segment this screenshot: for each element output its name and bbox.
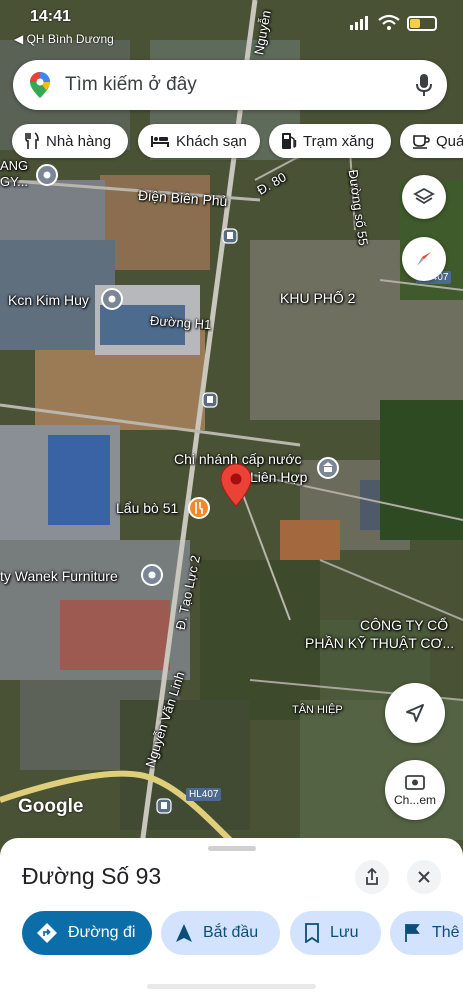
maps-logo-icon	[30, 72, 50, 98]
wifi-icon	[378, 14, 400, 30]
chip-restaurants[interactable]: Nhà hàng	[12, 124, 128, 158]
bus-stop-icon[interactable]	[156, 798, 172, 814]
chip-label: Nhà hàng	[46, 132, 112, 150]
flag-icon	[405, 924, 420, 942]
map-label-gy: GY...	[0, 174, 28, 189]
coffee-icon	[413, 135, 430, 149]
action-label: Bắt đầu	[203, 924, 259, 941]
restaurant-marker-icon[interactable]	[188, 497, 210, 519]
government-building-icon[interactable]	[317, 457, 339, 479]
bus-stop-icon[interactable]	[222, 228, 238, 244]
chip-label: Trạm xăng	[303, 132, 375, 150]
area-label-tan-hiep: TÂN HIỆP	[292, 704, 343, 716]
selected-location-pin-icon[interactable]	[220, 463, 252, 507]
place-marker-icon[interactable]	[141, 564, 163, 586]
status-bar: 14:41 ◀ QH Bình Dương	[0, 0, 463, 52]
map-label-ang: ANG	[0, 158, 29, 173]
directions-icon	[37, 923, 57, 943]
share-icon	[366, 868, 378, 885]
navigation-icon	[176, 924, 192, 942]
save-button[interactable]: Lưu	[290, 911, 381, 955]
area-label-khu-pho-2: KHU PHỐ 2	[280, 290, 356, 306]
directions-button[interactable]: Đường đi	[22, 911, 152, 955]
compass-button[interactable]	[402, 237, 446, 281]
category-chips: Nhà hàng Khách sạn Trạm xăng Quá	[12, 124, 463, 160]
place-label-wanek[interactable]: ty Wanek Furniture	[0, 568, 118, 584]
my-location-button[interactable]	[385, 683, 445, 743]
street-view-icon	[405, 774, 425, 790]
chip-label: Quá	[436, 132, 463, 150]
place-marker-icon[interactable]	[36, 164, 58, 186]
chip-hotels[interactable]: Khách sạn	[138, 124, 260, 158]
sheet-drag-handle[interactable]	[208, 846, 256, 851]
status-time: 14:41	[30, 8, 71, 25]
street-view-label: Ch...em	[393, 792, 436, 807]
place-marker-icon[interactable]	[101, 288, 123, 310]
microphone-icon[interactable]	[415, 73, 433, 97]
hotel-icon	[151, 136, 169, 147]
signal-icon	[350, 16, 368, 30]
route-shield-hl407-bottom: HL407	[186, 788, 222, 801]
chip-label: Khách sạn	[176, 132, 247, 150]
chip-cafes[interactable]: Quá	[400, 124, 463, 158]
back-to-app-link[interactable]: ◀ QH Bình Dương	[14, 32, 114, 46]
navigation-arrow-icon	[406, 704, 424, 722]
restaurant-icon	[25, 132, 39, 149]
search-input[interactable]: Tìm kiếm ở đây	[65, 74, 197, 96]
battery-icon	[407, 16, 437, 31]
place-title: Đường Số 93	[22, 863, 162, 889]
bus-stop-icon[interactable]	[202, 392, 218, 408]
layers-icon	[413, 187, 435, 205]
place-label-chi-nhanh-line2[interactable]: Liên Hợp	[250, 469, 307, 485]
search-bar[interactable]: Tìm kiếm ở đây	[13, 60, 447, 110]
place-label-kcn-kim-huy[interactable]: Kcn Kim Huy	[8, 292, 89, 308]
start-button[interactable]: Bắt đầu	[161, 911, 280, 955]
place-label-lau-bo-51[interactable]: Lẩu bò 51	[116, 500, 178, 516]
layers-button[interactable]	[402, 175, 446, 219]
action-label: Thê	[432, 924, 460, 941]
action-label: Đường đi	[68, 924, 136, 941]
gas-station-icon	[282, 133, 297, 149]
place-label-cong-ty-line2[interactable]: PHẦN KỸ THUẬT CƠ...	[305, 635, 454, 651]
add-label-button[interactable]: Thê	[390, 911, 463, 955]
compass-icon	[417, 252, 431, 266]
chip-gas-stations[interactable]: Trạm xăng	[269, 124, 391, 158]
action-label: Lưu	[330, 924, 359, 941]
place-label-cong-ty-line1[interactable]: CÔNG TY CỔ	[360, 617, 448, 633]
close-button[interactable]	[407, 860, 441, 894]
bookmark-icon	[305, 923, 319, 943]
street-view-button[interactable]: Ch...em	[385, 760, 445, 820]
google-logo: Google	[18, 796, 84, 817]
close-icon	[418, 871, 430, 883]
home-indicator[interactable]	[147, 984, 316, 989]
place-bottom-sheet: Đường Số 93 Đường đi Bắt đầu Lưu Thê	[0, 838, 463, 1000]
share-button[interactable]	[355, 860, 389, 894]
